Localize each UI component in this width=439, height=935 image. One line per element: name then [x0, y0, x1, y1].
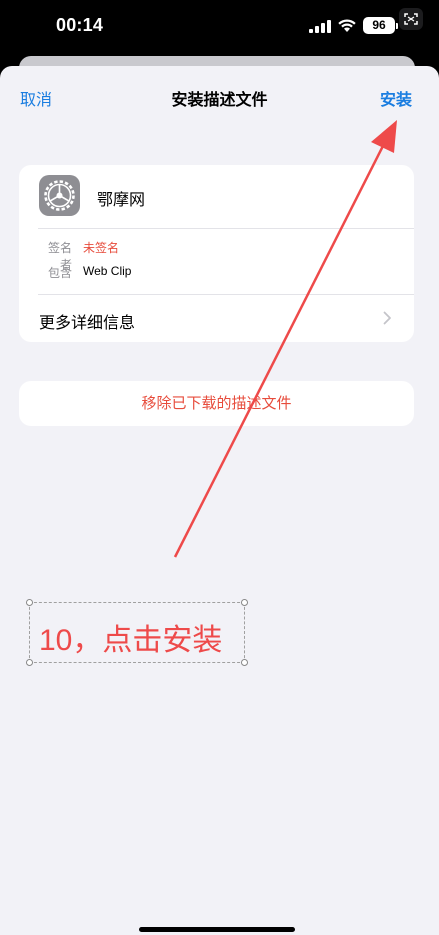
- resize-handle: [241, 659, 248, 666]
- status-bar: 00:14 96: [0, 0, 439, 52]
- battery-tip: [396, 23, 398, 29]
- phone-screen: 00:14 96 安装描述文件 取消 安装 鄂摩网 签名者 未签名 包含 Web…: [0, 0, 439, 935]
- cellular-signal-icon: [309, 20, 331, 33]
- resize-handle: [241, 599, 248, 606]
- annotation-box: 10，点击安装: [26, 599, 248, 666]
- chevron-right-icon: [383, 311, 391, 325]
- profile-card: 鄂摩网 签名者 未签名 包含 Web Clip 更多详细信息: [19, 165, 414, 342]
- install-button[interactable]: 安装: [380, 86, 412, 110]
- nav-title: 安装描述文件: [171, 92, 268, 109]
- annotation-text: 10，点击安装: [39, 624, 223, 657]
- more-details-row[interactable]: 更多详细信息: [19, 295, 414, 342]
- more-details-label: 更多详细信息: [39, 315, 136, 332]
- contains-value: Web Clip: [83, 264, 132, 278]
- home-indicator: [139, 927, 295, 932]
- settings-gear-icon: [39, 175, 80, 216]
- resize-handle: [26, 599, 33, 606]
- status-time: 00:14: [56, 15, 104, 35]
- resize-handle: [26, 659, 33, 666]
- signer-value: 未签名: [83, 241, 120, 255]
- contains-label: 包含: [47, 266, 72, 280]
- profile-name: 鄂摩网: [97, 192, 146, 209]
- wifi-icon: [338, 19, 356, 32]
- install-profile-sheet: 安装描述文件 取消 安装 鄂摩网 签名者 未签名 包含 Web Clip 更多详…: [0, 66, 439, 935]
- battery-level: 96: [363, 17, 395, 34]
- screen-capture-icon[interactable]: [399, 8, 423, 30]
- cancel-button[interactable]: 取消: [20, 86, 52, 110]
- remove-profile-button[interactable]: 移除已下载的描述文件: [19, 381, 414, 426]
- divider: [38, 228, 414, 229]
